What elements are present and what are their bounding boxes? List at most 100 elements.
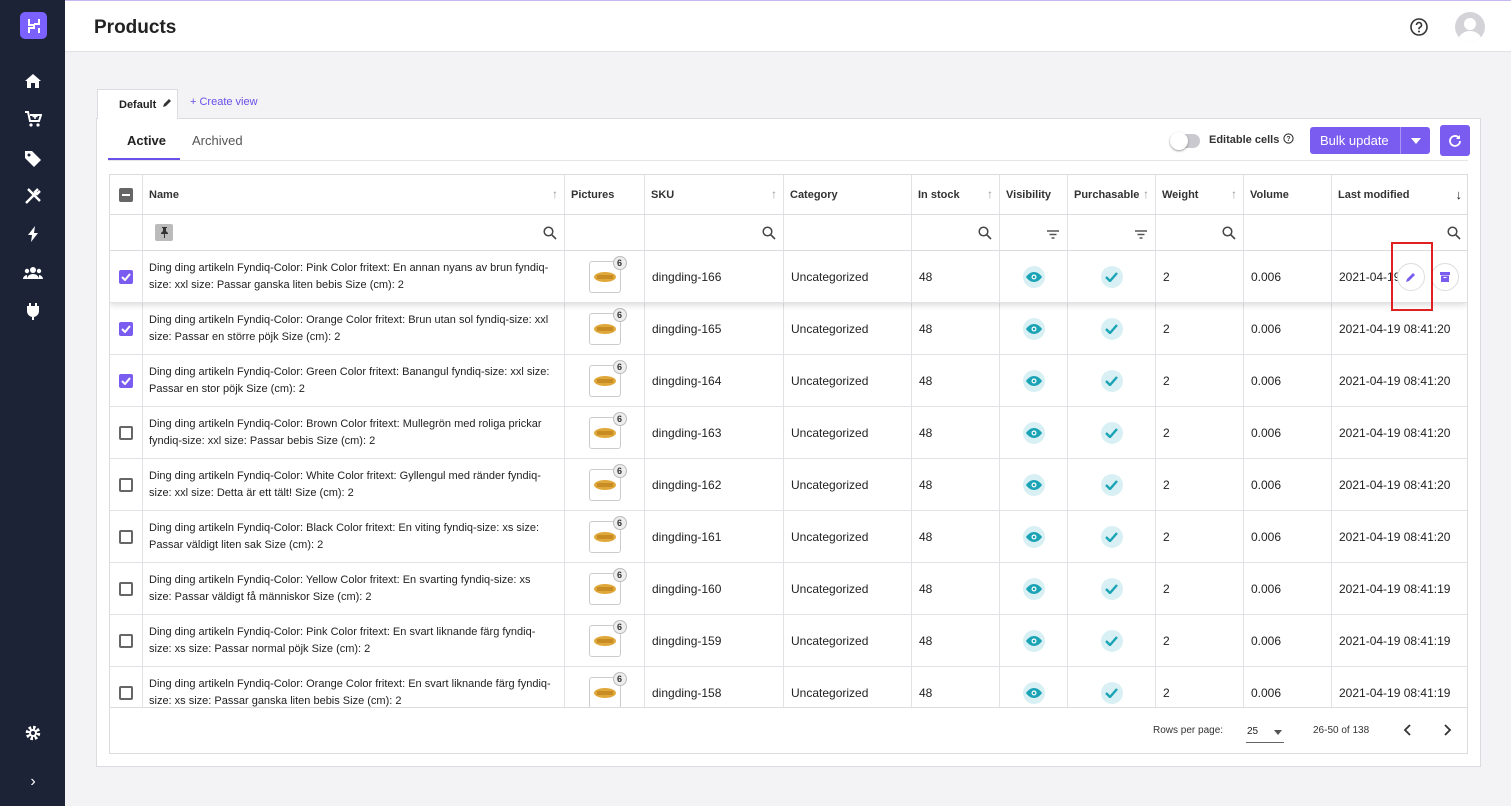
check-icon[interactable] [1100, 421, 1123, 444]
row-checkbox[interactable] [119, 685, 133, 700]
column-header-sku[interactable]: SKU ↑ [645, 175, 784, 214]
column-header-name[interactable]: Name ↑ [143, 175, 565, 214]
avatar[interactable] [1455, 12, 1485, 42]
row-checkbox[interactable] [119, 373, 133, 388]
filter-icon[interactable] [1047, 228, 1059, 242]
check-icon[interactable] [1100, 577, 1123, 600]
users-icon[interactable] [20, 260, 46, 286]
select-all-checkbox[interactable] [119, 187, 133, 202]
product-thumbnail[interactable]: 6 [588, 567, 627, 605]
product-thumbnail[interactable]: 6 [588, 619, 627, 657]
cell-weight: 2 [1156, 667, 1244, 707]
row-checkbox[interactable] [119, 477, 133, 492]
editable-cells-toggle[interactable] [1170, 132, 1200, 150]
caret-down-icon[interactable] [1400, 127, 1430, 154]
table-row[interactable]: Ding ding artikeln Fyndiq-Color: Yellow … [110, 563, 1467, 615]
bulk-update-button[interactable]: Bulk update [1310, 127, 1430, 154]
table-row[interactable]: Ding ding artikeln Fyndiq-Color: Pink Co… [110, 615, 1467, 667]
column-header-select[interactable] [110, 175, 143, 214]
row-checkbox[interactable] [119, 269, 133, 284]
eye-icon[interactable] [1022, 421, 1045, 444]
product-thumbnail[interactable]: 6 [588, 359, 627, 397]
next-page-icon[interactable] [1439, 722, 1455, 743]
rows-per-page-select[interactable]: 25 [1246, 721, 1284, 743]
home-icon[interactable] [20, 68, 46, 94]
column-header-last-modified: Last modified ↓ [1332, 175, 1467, 214]
sort-arrow-down-icon[interactable]: ↓ [1456, 187, 1463, 202]
check-icon[interactable] [1100, 265, 1123, 288]
tab-archived[interactable]: Archived [192, 133, 243, 148]
product-thumbnail[interactable]: 6 [588, 515, 627, 553]
create-view-link[interactable]: + Create view [190, 96, 258, 108]
check-icon[interactable] [1100, 525, 1123, 548]
eye-icon[interactable] [1022, 265, 1045, 288]
table-row[interactable]: Ding ding artikeln Fyndiq-Color: Orange … [110, 303, 1467, 355]
eye-icon[interactable] [1022, 577, 1045, 600]
row-checkbox[interactable] [119, 321, 133, 336]
gear-icon[interactable] [20, 720, 46, 746]
table-row[interactable]: Ding ding artikeln Fyndiq-Color: White C… [110, 459, 1467, 511]
eye-icon[interactable] [1022, 629, 1045, 652]
picture-count-badge: 6 [612, 255, 627, 270]
table-row[interactable]: Ding ding artikeln Fyndiq-Color: Pink Co… [110, 251, 1467, 303]
archive-button[interactable] [1431, 263, 1459, 291]
tag-icon[interactable] [20, 145, 46, 171]
eye-icon[interactable] [1022, 525, 1045, 548]
help-circle-icon[interactable]: ? [1283, 133, 1294, 147]
sort-arrow-up-icon[interactable]: ↑ [1231, 187, 1237, 201]
sort-arrow-up-icon[interactable]: ↑ [552, 187, 558, 201]
sort-arrow-up-icon[interactable]: ↑ [771, 187, 777, 201]
view-tab-default[interactable]: Default [97, 89, 178, 119]
help-icon[interactable] [1409, 17, 1429, 37]
check-icon[interactable] [1100, 473, 1123, 496]
cell-name: Ding ding artikeln Fyndiq-Color: Yellow … [143, 563, 565, 614]
sort-arrow-up-icon[interactable]: ↑ [987, 187, 993, 201]
table-row[interactable]: Ding ding artikeln Fyndiq-Color: Black C… [110, 511, 1467, 563]
check-icon[interactable] [1100, 317, 1123, 340]
prev-page-icon[interactable] [1400, 722, 1416, 743]
product-thumbnail[interactable]: 6 [588, 411, 627, 449]
plug-icon[interactable] [20, 298, 46, 324]
row-checkbox[interactable] [119, 581, 133, 596]
column-header-weight[interactable]: Weight ↑ [1156, 175, 1244, 214]
cell-pictures: 6 [565, 615, 645, 666]
table-row[interactable]: Ding ding artikeln Fyndiq-Color: Orange … [110, 667, 1467, 707]
product-thumbnail[interactable]: 6 [588, 463, 627, 501]
product-thumbnail[interactable]: 6 [588, 255, 627, 293]
column-header-in-stock[interactable]: In stock ↑ [912, 175, 1000, 214]
bolt-icon[interactable] [20, 221, 46, 247]
table-row[interactable]: Ding ding artikeln Fyndiq-Color: Green C… [110, 355, 1467, 407]
expand-sidebar-icon[interactable]: › [20, 769, 46, 795]
search-icon[interactable] [762, 226, 776, 243]
tools-icon[interactable] [20, 183, 46, 209]
refresh-button[interactable] [1440, 125, 1470, 156]
eye-icon[interactable] [1022, 681, 1045, 704]
column-header-purchasable[interactable]: Purchasable ↑ [1068, 175, 1156, 214]
eye-icon[interactable] [1022, 473, 1045, 496]
pencil-icon[interactable] [162, 98, 172, 111]
pin-icon[interactable] [155, 224, 173, 241]
cell-visibility [1000, 667, 1068, 707]
search-icon[interactable] [1222, 226, 1236, 243]
cart-icon[interactable] [20, 106, 46, 132]
row-checkbox[interactable] [119, 633, 133, 648]
check-icon[interactable] [1100, 629, 1123, 652]
product-thumbnail[interactable]: 6 [588, 307, 627, 345]
app-logo[interactable] [20, 12, 47, 39]
column-label: Last modified [1338, 188, 1410, 201]
eye-icon[interactable] [1022, 317, 1045, 340]
row-checkbox[interactable] [119, 425, 133, 440]
product-thumbnail[interactable]: 6 [588, 671, 627, 707]
cell-volume: 0.006 [1244, 667, 1332, 707]
check-icon[interactable] [1100, 681, 1123, 704]
filter-icon[interactable] [1135, 228, 1147, 242]
search-icon[interactable] [978, 226, 992, 243]
check-icon[interactable] [1100, 369, 1123, 392]
sort-arrow-up-icon[interactable]: ↑ [1143, 187, 1149, 201]
eye-icon[interactable] [1022, 369, 1045, 392]
table-row[interactable]: Ding ding artikeln Fyndiq-Color: Brown C… [110, 407, 1467, 459]
row-checkbox[interactable] [119, 529, 133, 544]
tab-active[interactable]: Active [127, 133, 166, 148]
search-icon[interactable] [1447, 226, 1461, 243]
search-icon[interactable] [543, 226, 557, 243]
